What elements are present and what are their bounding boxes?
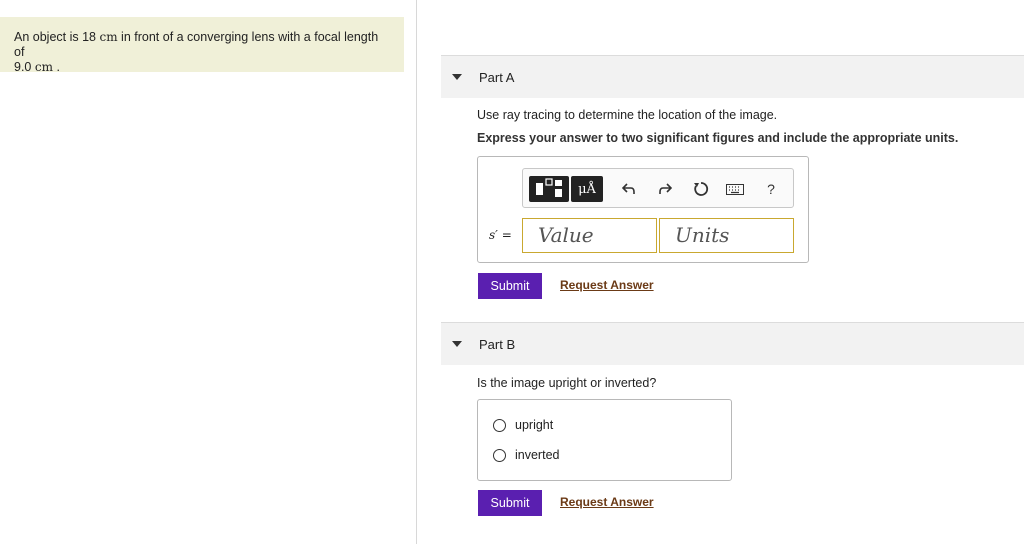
reset-icon[interactable] [689, 176, 713, 202]
part-a-request-answer-link[interactable]: Request Answer [560, 278, 654, 292]
value-input[interactable]: Value [522, 218, 657, 253]
part-a-instruction: Use ray tracing to determine the locatio… [477, 108, 778, 122]
part-b-submit-button[interactable]: Submit [478, 490, 542, 516]
problem-text-4: . [52, 60, 60, 74]
radio-inverted[interactable] [493, 448, 506, 462]
redo-icon[interactable] [653, 176, 677, 202]
template-icon[interactable] [529, 176, 569, 202]
units-input[interactable]: Units [659, 218, 794, 253]
part-b-title: Part B [479, 337, 516, 352]
units-symbol-button[interactable]: μÅ [571, 176, 603, 202]
part-b-header[interactable]: Part B [441, 322, 1024, 365]
part-a-express: Express your answer to two significant f… [477, 131, 959, 145]
problem-statement: An object is 18 cm in front of a converg… [0, 17, 404, 74]
math-toolbar: μÅ ? [522, 168, 794, 208]
part-a-submit-button[interactable]: Submit [478, 273, 542, 299]
part-b-question: Is the image upright or inverted? [477, 376, 657, 390]
radio-upright[interactable] [493, 418, 506, 432]
answer-box: μÅ ? s′ = Value Units [477, 156, 809, 263]
problem-unit-1: cm [99, 30, 118, 44]
help-button[interactable]: ? [759, 176, 783, 202]
option-inverted-label: inverted [515, 448, 560, 462]
choice-box: upright inverted [477, 399, 732, 481]
option-upright-label: upright [515, 418, 554, 432]
problem-text-3: 9.0 [14, 60, 35, 74]
keyboard-icon[interactable] [723, 176, 747, 202]
problem-unit-2: cm [34, 60, 53, 74]
option-upright[interactable]: upright [493, 418, 553, 432]
part-b-request-answer-link[interactable]: Request Answer [560, 495, 654, 509]
collapse-triangle-icon[interactable] [452, 341, 462, 347]
problem-text-1: An object is 18 [14, 30, 100, 44]
column-divider [416, 0, 417, 544]
undo-icon[interactable] [617, 176, 641, 202]
part-a-title: Part A [479, 70, 515, 85]
collapse-triangle-icon[interactable] [452, 74, 462, 80]
option-inverted[interactable]: inverted [493, 448, 559, 462]
part-a-header[interactable]: Part A [441, 55, 1024, 98]
variable-label: s′ = [489, 228, 512, 242]
